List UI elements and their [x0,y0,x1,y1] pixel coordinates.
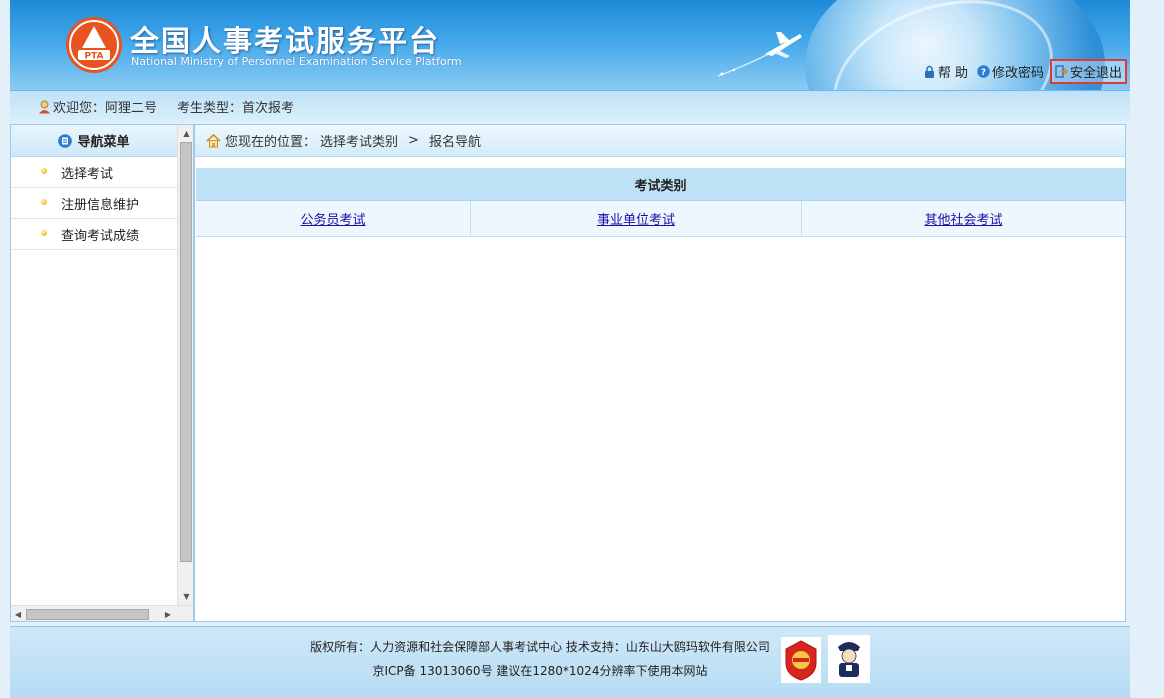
home-icon [206,133,221,147]
page: PTA 全国人事考试服务平台 National Ministry of Pers… [10,0,1130,698]
logout-link[interactable]: 安全退出 [1049,59,1127,84]
table-cell: 事业单位考试 [470,200,802,237]
breadcrumb-prefix: 您现在的位置： [225,135,317,150]
logout-label: 安全退出 [1069,66,1122,81]
bullet-icon [41,168,47,174]
nav-list: 选择考试 注册信息维护 查询考试成绩 [11,157,177,250]
header-links: 帮 助 ? 修改密码 安全退出 [920,59,1127,84]
bullet-icon [41,230,47,236]
sidebar: 导航菜单 选择考试 注册信息维护 查询考试成绩 ▲ ▼ ◀ ▶ [10,124,194,622]
airplane-graphic [717,32,802,77]
user-info-bar: 欢迎您：阿狸二号 考生类型：首次报考 [10,90,1130,122]
table-row: 公务员考试 事业单位考试 其他社会考试 [196,200,1125,237]
svg-text:?: ? [981,68,986,78]
lock-user-icon [924,65,934,78]
civil-servant-exam-link[interactable]: 公务员考试 [300,213,365,228]
exam-category-header: 考试类别 [196,168,1125,201]
bullet-icon [41,199,47,205]
exam-category-table: 考试类别 公务员考试 事业单位考试 其他社会考试 [196,168,1125,237]
menu-list-icon [58,133,73,148]
nav-menu-header: 导航菜单 [11,125,177,157]
table-cell: 公务员考试 [196,200,471,237]
nav-item-registration-info[interactable]: 注册信息维护 [11,188,177,219]
scroll-left-arrow-icon[interactable]: ◀ [11,606,25,621]
vertical-scrollbar[interactable]: ▲ ▼ [177,125,193,605]
question-icon: ? [977,65,990,78]
welcome-text: 欢迎您：阿狸二号 [53,101,158,116]
help-link[interactable]: 帮 助 [920,60,971,83]
police-badge-icon[interactable] [828,635,870,683]
scroll-down-arrow-icon[interactable]: ▼ [178,588,193,605]
nav-item-label: 查询考试成绩 [61,228,140,244]
candidate-type-text: 考生类型：首次报考 [177,101,295,116]
breadcrumb: 您现在的位置： 选择考试类别 > 报名导航 [195,125,1125,157]
nav-item-label: 注册信息维护 [61,197,140,213]
change-password-label: 修改密码 [991,66,1044,81]
pta-logo-icon: PTA [66,17,122,73]
site-header: PTA 全国人事考试服务平台 National Ministry of Pers… [10,0,1130,90]
vertical-scroll-thumb[interactable] [180,142,192,562]
footer-copyright: 版权所有：人力资源和社会保障部人事考试中心 技术支持：山东山大鸥玛软件有限公司 [310,640,770,654]
nav-item-label: 选择考试 [61,166,114,182]
logo-text: PTA [84,52,103,62]
site-subtitle: National Ministry of Personnel Examinati… [131,55,462,68]
main-content: 您现在的位置： 选择考试类别 > 报名导航 考试类别 公务员考试 事业单位考试 [194,124,1126,622]
table-cell: 其他社会考试 [801,200,1125,237]
exit-icon [1055,65,1068,78]
nav-item-query-score[interactable]: 查询考试成绩 [11,219,177,250]
other-social-exam-link[interactable]: 其他社会考试 [924,213,1002,228]
breadcrumb-separator: > [408,133,419,148]
site-footer: 版权所有：人力资源和社会保障部人事考试中心 技术支持：山东山大鸥玛软件有限公司 … [10,626,1130,698]
scroll-up-arrow-icon[interactable]: ▲ [178,125,193,142]
horizontal-scroll-thumb[interactable] [26,609,149,620]
scroll-right-arrow-icon[interactable]: ▶ [161,606,175,621]
footer-text: 版权所有：人力资源和社会保障部人事考试中心 技术支持：山东山大鸥玛软件有限公司 … [10,635,1070,683]
horizontal-scrollbar[interactable]: ◀ ▶ [11,605,193,621]
breadcrumb-item-current: 报名导航 [428,135,481,150]
user-icon [39,100,50,113]
nav-menu-title: 导航菜单 [77,135,130,150]
nav-item-select-exam[interactable]: 选择考试 [11,157,177,188]
site-title: 全国人事考试服务平台 [130,24,441,58]
government-badge-icon[interactable] [781,637,821,683]
change-password-link[interactable]: ? 修改密码 [974,60,1047,83]
public-institution-exam-link[interactable]: 事业单位考试 [597,213,675,228]
help-label: 帮 助 [937,66,968,81]
breadcrumb-item-select-category[interactable]: 选择考试类别 [320,131,398,150]
footer-icp: 京ICP备 13013060号 建议在1280*1024分辨率下使用本网站 [372,664,708,678]
